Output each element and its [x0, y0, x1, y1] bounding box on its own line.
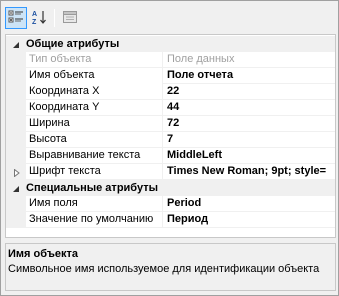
property-value[interactable]: Поле отчета [164, 68, 335, 84]
svg-text:A: A [32, 11, 37, 18]
category-label: Общие атрибуты [26, 38, 120, 50]
property-name: Тип объекта [26, 52, 163, 68]
collapse-triangle-icon[interactable] [12, 184, 20, 196]
property-row-text-font[interactable]: Шрифт текста Times New Roman; 9pt; style… [6, 164, 335, 180]
category-general-attributes[interactable]: Общие атрибуты [6, 36, 335, 52]
property-value[interactable]: 72 [164, 116, 335, 132]
property-name: Имя объекта [26, 68, 163, 84]
property-value[interactable]: MiddleLeft [164, 148, 335, 164]
alphabetical-icon: A Z [32, 9, 48, 28]
property-name: Выравнивание текста [26, 148, 163, 164]
property-value: Поле данных [167, 53, 235, 65]
categorized-icon [8, 9, 24, 28]
property-name: Имя поля [26, 196, 163, 212]
toolbar-separator [54, 9, 55, 27]
property-name: Координата Y [26, 100, 163, 116]
help-title: Имя объекта [8, 248, 79, 260]
property-name: Координата X [26, 84, 163, 100]
category-special-attributes[interactable]: Специальные атрибуты [6, 180, 335, 196]
property-name: Высота [26, 132, 163, 148]
alphabetical-button[interactable]: A Z [29, 7, 51, 29]
property-row-coord-x[interactable]: Координата X 22 [6, 84, 335, 100]
property-name: Значение по умолчанию [26, 212, 163, 228]
collapse-triangle-icon[interactable] [12, 40, 20, 52]
category-label: Специальные атрибуты [26, 182, 158, 194]
property-row-default-value[interactable]: Значение по умолчанию Период [6, 212, 335, 228]
property-row-width[interactable]: Ширина 72 [6, 116, 335, 132]
property-value[interactable]: Period [164, 196, 335, 212]
property-pages-button[interactable] [59, 7, 81, 29]
property-row-coord-y[interactable]: Координата Y 44 [6, 100, 335, 116]
property-value[interactable]: Times New Roman; 9pt; style= [164, 164, 335, 180]
property-name: Шрифт текста [26, 164, 163, 180]
property-name: Ширина [26, 116, 163, 132]
expand-triangle-icon[interactable] [13, 168, 21, 180]
property-row-field-name[interactable]: Имя поля Period [6, 196, 335, 212]
property-grid-window: A Z Общие атрибуты Тип объекта Поле данн… [0, 0, 339, 296]
property-grid: Общие атрибуты Тип объекта Поле данных И… [5, 34, 336, 238]
property-row-text-alignment[interactable]: Выравнивание текста MiddleLeft [6, 148, 335, 164]
property-row-height[interactable]: Высота 7 [6, 132, 335, 148]
property-row-object-type[interactable]: Тип объекта Поле данных [6, 52, 335, 68]
property-pages-icon [62, 9, 78, 28]
categorized-button[interactable] [5, 7, 27, 29]
property-value[interactable]: Период [164, 212, 335, 228]
property-value[interactable]: 22 [164, 84, 335, 100]
property-row-object-name[interactable]: Имя объекта Поле отчета [6, 68, 335, 84]
property-value[interactable]: 44 [164, 100, 335, 116]
help-pane: Имя объекта Символьное имя используемое … [5, 243, 336, 291]
property-value[interactable]: 7 [164, 132, 335, 148]
property-toolbar: A Z [2, 2, 338, 32]
svg-text:Z: Z [32, 19, 37, 25]
help-description: Символьное имя используемое для идентифи… [8, 263, 320, 275]
